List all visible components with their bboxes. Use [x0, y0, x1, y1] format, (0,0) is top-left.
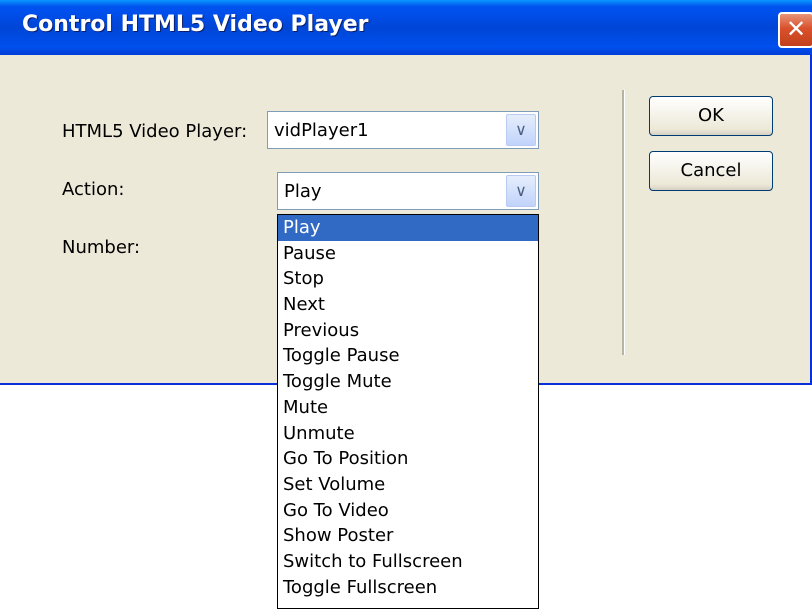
chevron-down-icon[interactable]: ∨	[506, 175, 536, 207]
dropdown-option[interactable]: Mute	[278, 395, 538, 421]
chevron-down-icon[interactable]: ∨	[506, 114, 536, 146]
dialog-title: Control HTML5 Video Player	[22, 12, 369, 37]
player-select[interactable]: vidPlayer1 ∨	[267, 111, 539, 149]
close-icon: ✕	[785, 15, 807, 43]
dropdown-option[interactable]: Play	[278, 215, 538, 241]
title-bar[interactable]: Control HTML5 Video Player ✕	[0, 0, 812, 55]
dropdown-option[interactable]: Pause	[278, 241, 538, 267]
action-select[interactable]: Play ∨	[277, 172, 539, 210]
dropdown-option[interactable]: Show Poster	[278, 523, 538, 549]
dropdown-option[interactable]: Previous	[278, 318, 538, 344]
dropdown-option[interactable]: Next	[278, 292, 538, 318]
action-select-value: Play	[284, 181, 322, 202]
player-select-value: vidPlayer1	[274, 120, 369, 141]
player-label: HTML5 Video Player:	[62, 121, 248, 142]
dropdown-option[interactable]: Toggle Fullscreen	[278, 575, 538, 601]
dropdown-option[interactable]: Stop	[278, 266, 538, 292]
action-label: Action:	[62, 179, 125, 200]
close-button[interactable]: ✕	[778, 12, 812, 48]
action-dropdown-list[interactable]: Play Pause Stop Next Previous Toggle Pause Tog…	[277, 214, 539, 609]
vertical-divider	[622, 90, 625, 355]
dropdown-option[interactable]: Toggle Mute	[278, 369, 538, 395]
ok-button[interactable]: OK	[649, 96, 773, 136]
dropdown-option[interactable]: Set Volume	[278, 472, 538, 498]
dropdown-option[interactable]: Go To Position	[278, 446, 538, 472]
cancel-button[interactable]: Cancel	[649, 151, 773, 191]
dropdown-option[interactable]: Switch to Fullscreen	[278, 549, 538, 575]
dropdown-option[interactable]: Toggle Pause	[278, 343, 538, 369]
dropdown-option[interactable]: Unmute	[278, 421, 538, 447]
number-label: Number:	[62, 237, 141, 258]
dropdown-option[interactable]: Go To Video	[278, 498, 538, 524]
